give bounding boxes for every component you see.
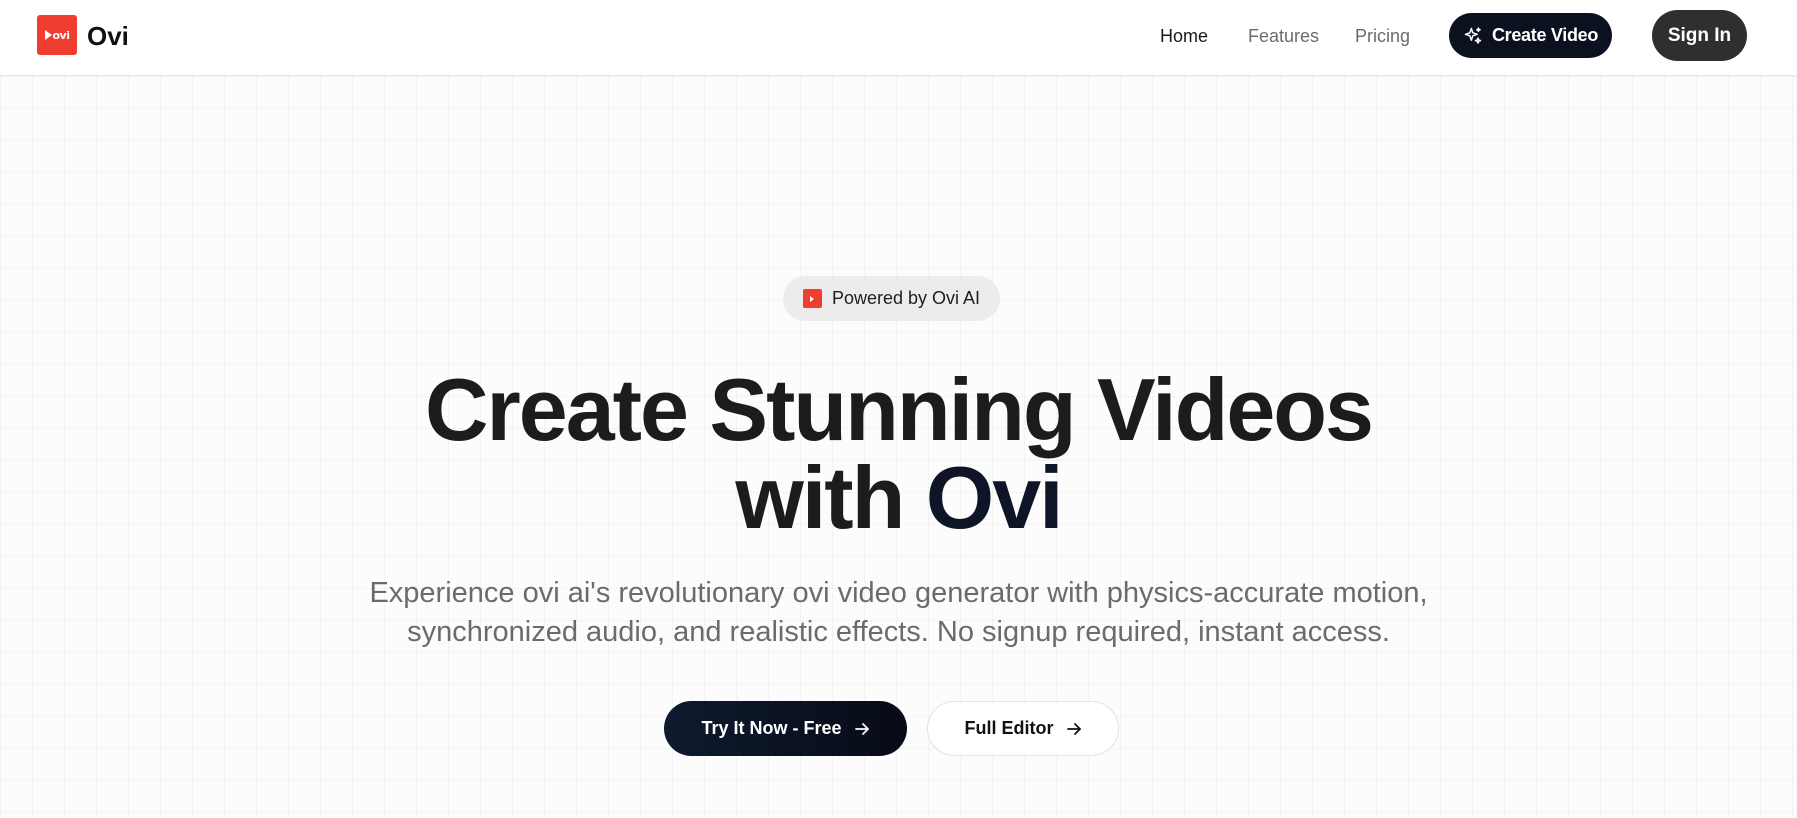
full-editor-button[interactable]: Full Editor	[927, 701, 1119, 756]
sign-in-label: Sign In	[1667, 24, 1732, 46]
hero-title: Create Stunning Videos with Ovi	[0, 366, 1797, 542]
try-it-now-button[interactable]: Try It Now - Free	[664, 701, 907, 756]
ovi-logo-icon[interactable]: ovi	[37, 15, 77, 55]
create-video-button[interactable]: Create Video	[1449, 13, 1612, 58]
brand-name[interactable]: Ovi	[87, 19, 129, 53]
sign-in-button[interactable]: Sign In	[1652, 10, 1747, 61]
hero-subtitle-line1: Experience ovi ai's revolutionary ovi vi…	[369, 577, 1428, 609]
hero-title-line2-prefix: with	[735, 448, 926, 547]
hero-subtitle-line2: synchronized audio, and realistic effect…	[407, 616, 1390, 648]
full-editor-label: Full Editor	[964, 718, 1054, 738]
create-video-label: Create Video	[1491, 25, 1599, 45]
nav-link-home[interactable]: Home	[1160, 24, 1208, 48]
play-icon	[44, 30, 52, 40]
logo-text: ovi	[52, 28, 71, 42]
hero-subtitle: Experience ovi ai's revolutionary ovi vi…	[0, 574, 1797, 652]
badge-label: Powered by Ovi AI	[831, 288, 981, 308]
play-icon	[810, 295, 815, 302]
nav-link-features[interactable]: Features	[1248, 24, 1319, 48]
try-it-now-label: Try It Now - Free	[701, 718, 842, 738]
hero-title-accent: Ovi	[925, 448, 1064, 547]
hero-title-line1: Create Stunning Videos	[425, 360, 1374, 459]
page: ovi Ovi Home Features Pricing Create Vid…	[0, 0, 1797, 818]
navbar: ovi Ovi Home Features Pricing Create Vid…	[0, 0, 1797, 76]
logo-mark: ovi	[44, 28, 71, 42]
arrow-right-icon	[854, 721, 870, 737]
ovi-logo-icon	[802, 289, 822, 308]
powered-by-badge: Powered by Ovi AI	[783, 276, 1000, 321]
sparkles-icon	[1463, 26, 1483, 46]
nav-link-pricing[interactable]: Pricing	[1355, 24, 1410, 48]
arrow-right-icon	[1066, 721, 1082, 737]
